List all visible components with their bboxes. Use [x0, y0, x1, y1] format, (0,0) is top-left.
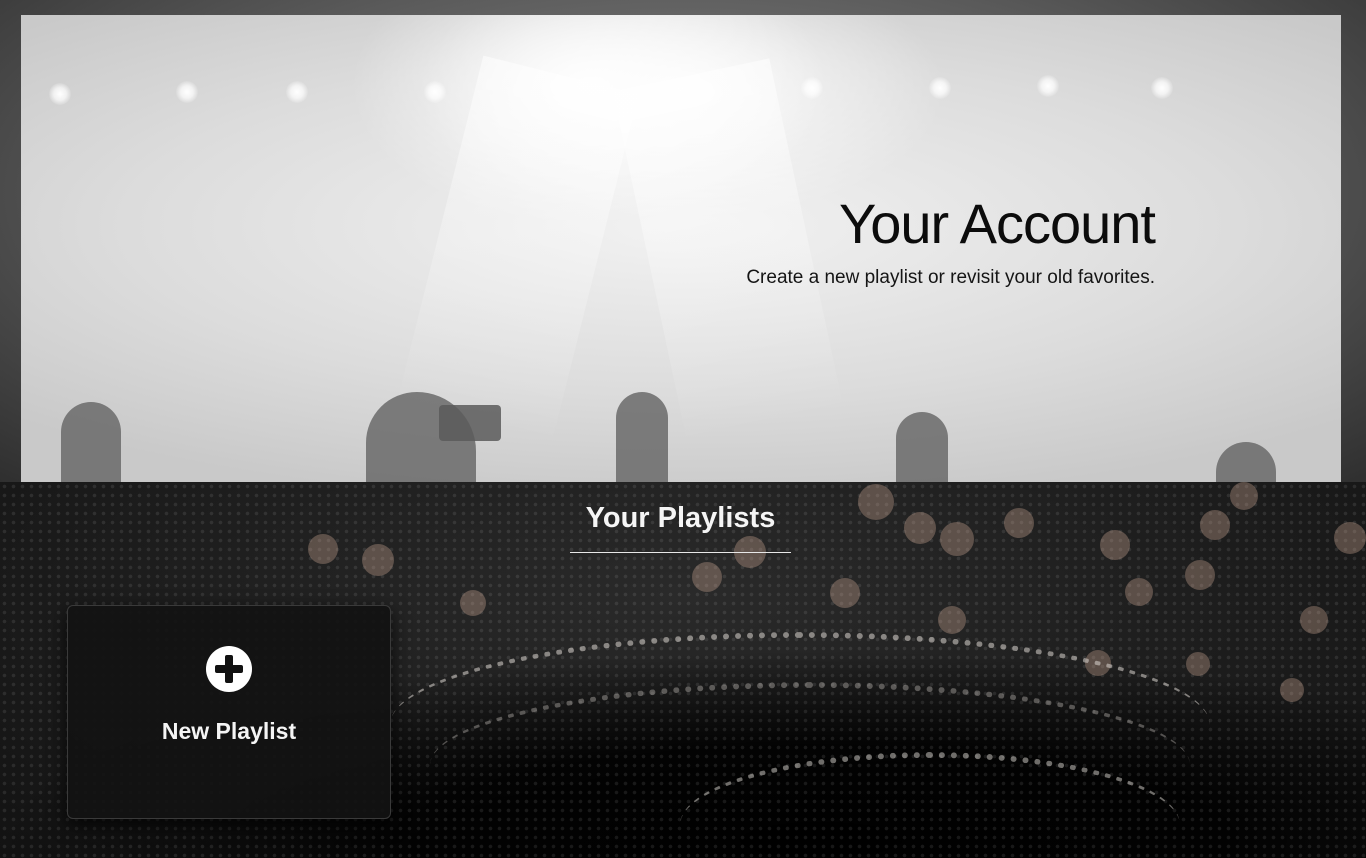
stage-light [286, 81, 308, 103]
bokeh-dot [904, 512, 936, 544]
section-title: Your Playlists [585, 502, 776, 534]
stage-light [929, 77, 951, 99]
stage-light [49, 83, 71, 105]
stage-light [801, 77, 823, 99]
stage-light [1151, 77, 1173, 99]
bokeh-dot [1230, 482, 1258, 510]
bokeh-dot [1280, 678, 1304, 702]
bokeh-dot [308, 534, 338, 564]
bokeh-dot [692, 562, 722, 592]
bokeh-dot [1100, 530, 1130, 560]
bokeh-dot [940, 522, 974, 556]
crowd-silhouette [1216, 442, 1276, 482]
new-playlist-label: New Playlist [161, 718, 297, 744]
crowd-silhouette [61, 402, 121, 482]
crowd-silhouette [439, 405, 501, 441]
account-jumbotron: Your Account Create a new playlist or re… [21, 15, 1341, 482]
bokeh-dot [460, 590, 486, 616]
crowd-silhouette [616, 392, 668, 482]
bokeh-dot [1125, 578, 1153, 606]
bokeh-dot [830, 578, 860, 608]
crowd-silhouette [896, 412, 948, 482]
bokeh-dot [1200, 510, 1230, 540]
light-beam [396, 55, 639, 444]
new-playlist-button[interactable]: New Playlist [67, 605, 391, 819]
bokeh-dot [858, 484, 894, 520]
section-underline [570, 552, 791, 553]
playlists-section: Your Playlists New Playlist [0, 482, 1366, 858]
bokeh-dot [1186, 652, 1210, 676]
plus-circle-icon [206, 646, 252, 692]
page-subtitle: Create a new playlist or revisit your ol… [746, 266, 1155, 288]
bokeh-dot [1334, 522, 1366, 554]
bokeh-dot [1185, 560, 1215, 590]
bokeh-dot [1300, 606, 1328, 634]
bokeh-dot [362, 544, 394, 576]
section-heading: Your Playlists [570, 498, 791, 553]
stage-light [176, 81, 198, 103]
bokeh-dot [1004, 508, 1034, 538]
hero-text: Your Account Create a new playlist or re… [746, 192, 1156, 289]
bokeh-dot [938, 606, 966, 634]
stage-light [424, 81, 446, 103]
page-title: Your Account [839, 192, 1156, 255]
stage-light [1037, 75, 1059, 97]
